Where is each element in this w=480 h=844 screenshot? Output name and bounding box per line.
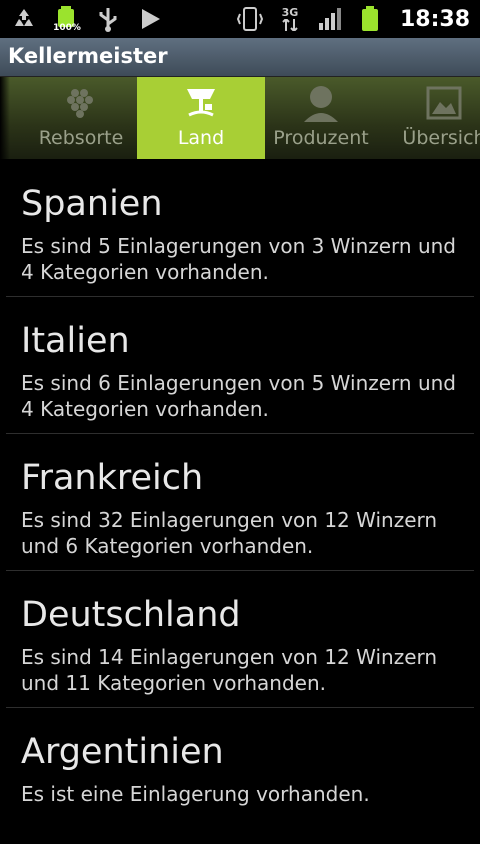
tab-produzent[interactable]: Produzent <box>257 77 385 159</box>
country-summary: Es sind 6 Einlagerungen von 5 Winzern un… <box>21 371 456 421</box>
battery-percent: 100% <box>53 23 81 33</box>
status-bar: 100% 3G 18:38 <box>0 0 480 38</box>
network-type-label: 3G <box>281 6 299 19</box>
title-bar: Kellermeister <box>0 38 480 77</box>
country-list: Spanien Es sind 5 Einlagerungen von 3 Wi… <box>0 160 480 844</box>
land-icon <box>181 83 221 123</box>
status-bar-notifications: 100% <box>10 5 164 33</box>
list-item[interactable]: Deutschland Es sind 14 Einlagerungen von… <box>6 571 474 708</box>
tab-bar: Rebsorte Land Produzent Übersich <box>0 77 480 159</box>
country-name: Frankreich <box>21 458 204 498</box>
clock: 18:38 <box>399 6 470 32</box>
list-item[interactable]: Frankreich Es sind 32 Einlagerungen von … <box>6 434 474 571</box>
list-item[interactable]: Spanien Es sind 5 Einlagerungen von 3 Wi… <box>6 160 474 297</box>
country-name: Spanien <box>21 184 163 224</box>
country-summary: Es ist eine Einlagerung vorhanden. <box>21 782 370 806</box>
recycle-icon <box>10 5 38 33</box>
tab-uebersicht[interactable]: Übersich <box>380 77 480 159</box>
battery-icon: 100% <box>52 5 81 33</box>
app-title: Kellermeister <box>8 44 168 68</box>
tab-land[interactable]: Land <box>137 77 265 159</box>
person-icon <box>301 83 341 123</box>
play-icon <box>136 5 164 33</box>
country-name: Argentinien <box>21 732 224 772</box>
country-name: Italien <box>21 321 130 361</box>
country-name: Deutschland <box>21 595 241 635</box>
tab-label: Rebsorte <box>38 127 124 149</box>
country-summary: Es sind 14 Einlagerungen von 12 Winzern … <box>21 645 438 695</box>
country-summary: Es sind 32 Einlagerungen von 12 Winzern … <box>21 508 438 558</box>
tab-label: Übersich <box>402 127 480 149</box>
network-3g-icon: 3G <box>276 5 304 33</box>
picture-icon <box>424 83 464 123</box>
tab-rebsorte[interactable]: Rebsorte <box>17 77 145 159</box>
grapes-icon <box>61 83 101 123</box>
list-item[interactable]: Argentinien Es ist eine Einlagerung vorh… <box>6 708 474 844</box>
vibrate-icon <box>236 5 264 33</box>
country-summary: Es sind 5 Einlagerungen von 3 Winzern un… <box>21 234 456 284</box>
battery-icon <box>356 5 384 33</box>
usb-icon <box>94 5 122 33</box>
status-bar-system: 3G 18:38 <box>236 5 470 33</box>
tab-scroll-fade <box>0 77 10 159</box>
list-item[interactable]: Italien Es sind 6 Einlagerungen von 5 Wi… <box>6 297 474 434</box>
tab-label: Produzent <box>273 127 369 149</box>
tab-label: Land <box>177 127 225 149</box>
signal-icon <box>316 5 344 33</box>
